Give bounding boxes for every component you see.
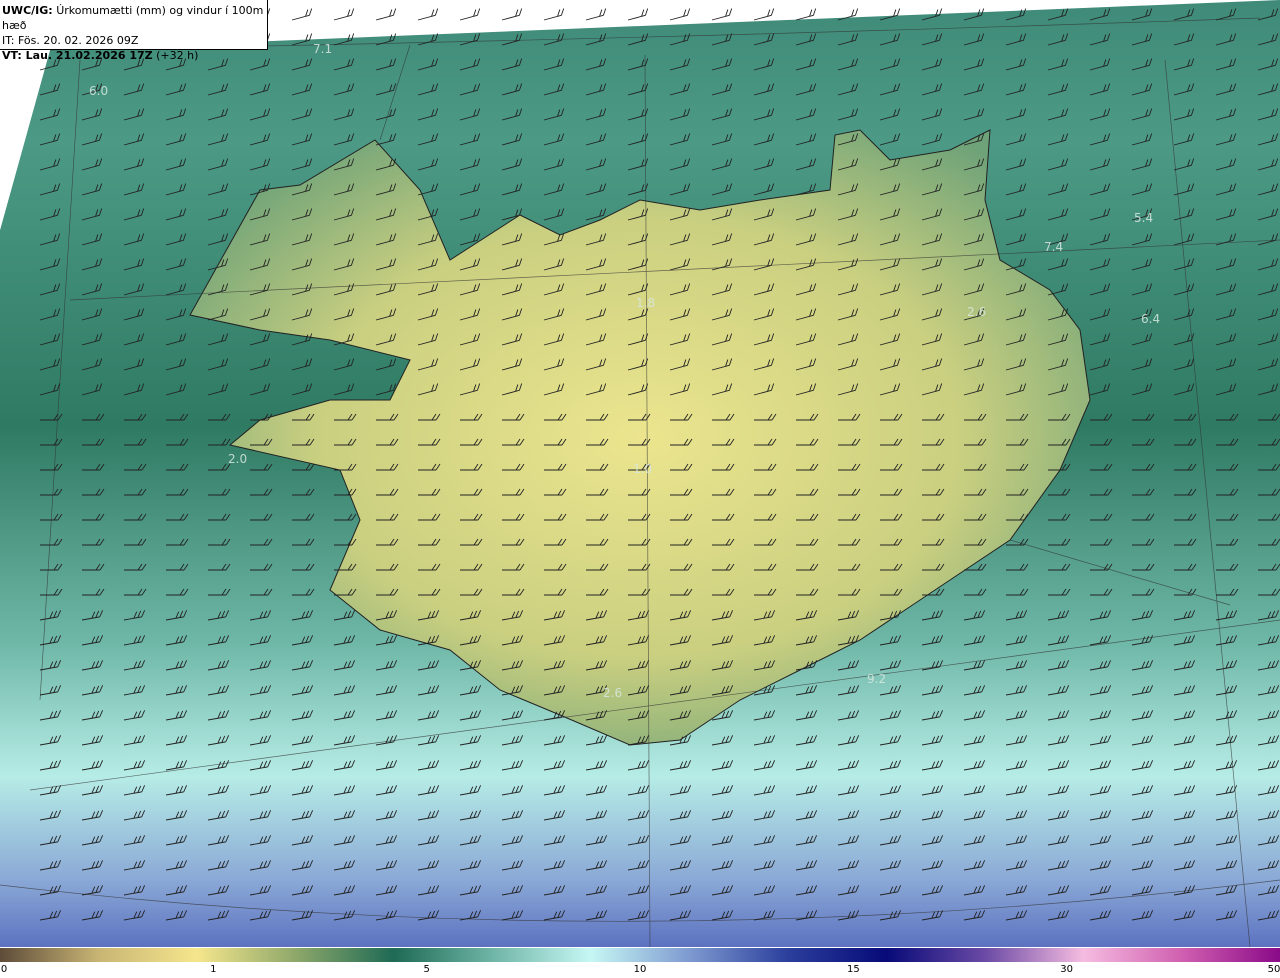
map-value-label: 6.0 bbox=[89, 84, 109, 98]
wind-barb bbox=[711, 8, 733, 21]
colorbar-tick-label: 30 bbox=[1060, 964, 1074, 975]
wind-barb bbox=[501, 8, 523, 21]
wind-barb bbox=[291, 8, 313, 21]
wind-barb bbox=[543, 8, 565, 21]
colorbar-tick-label: 50 bbox=[1267, 964, 1280, 975]
colorbar-tick-label: 15 bbox=[846, 964, 860, 975]
wind-barb bbox=[753, 8, 775, 21]
wind-barb bbox=[585, 8, 607, 21]
wind-barb bbox=[627, 8, 649, 21]
map-value-label: 2.6 bbox=[967, 305, 987, 319]
colorbar-tick-label: 0 bbox=[0, 964, 8, 975]
map-value-label: 2.0 bbox=[228, 452, 248, 466]
colorbar-tick-label: 10 bbox=[633, 964, 647, 975]
wind-barb bbox=[795, 8, 817, 21]
map-value-label: 7.1 bbox=[313, 42, 333, 56]
wind-barb bbox=[459, 8, 481, 21]
map-value-label: 1.0 bbox=[633, 462, 653, 476]
map-value-label: 6.4 bbox=[1141, 312, 1161, 326]
colorbar bbox=[0, 948, 1280, 962]
map-header: UWC/IG: Úrkomumætti (mm) og vindur í 100… bbox=[0, 0, 268, 62]
map-value-label: 1.8 bbox=[636, 296, 656, 310]
wind-barb bbox=[417, 8, 439, 21]
wind-barb bbox=[669, 8, 691, 21]
map-value-label: 7.4 bbox=[1044, 240, 1064, 254]
valid-time: VT: Lau. 21.02.2026 17Z bbox=[2, 49, 153, 62]
forecast-offset: (+32 h) bbox=[156, 49, 199, 62]
wind-barb bbox=[333, 8, 355, 21]
colorbar-tick-label: 5 bbox=[423, 964, 430, 975]
wind-barb bbox=[375, 8, 397, 21]
model-name: UWC/IG: bbox=[2, 4, 53, 17]
colorbar-ticks: 0 1 5 10 15 30 50 bbox=[0, 963, 1280, 978]
map-value-label: 9.2 bbox=[867, 672, 887, 686]
map-value-label: 2.6 bbox=[603, 686, 623, 700]
colorbar-tick-label: 1 bbox=[210, 964, 217, 975]
issue-time: IT: Fös. 20. 02. 2026 09Z bbox=[2, 34, 139, 47]
map-value-label: 5.4 bbox=[1134, 211, 1154, 225]
